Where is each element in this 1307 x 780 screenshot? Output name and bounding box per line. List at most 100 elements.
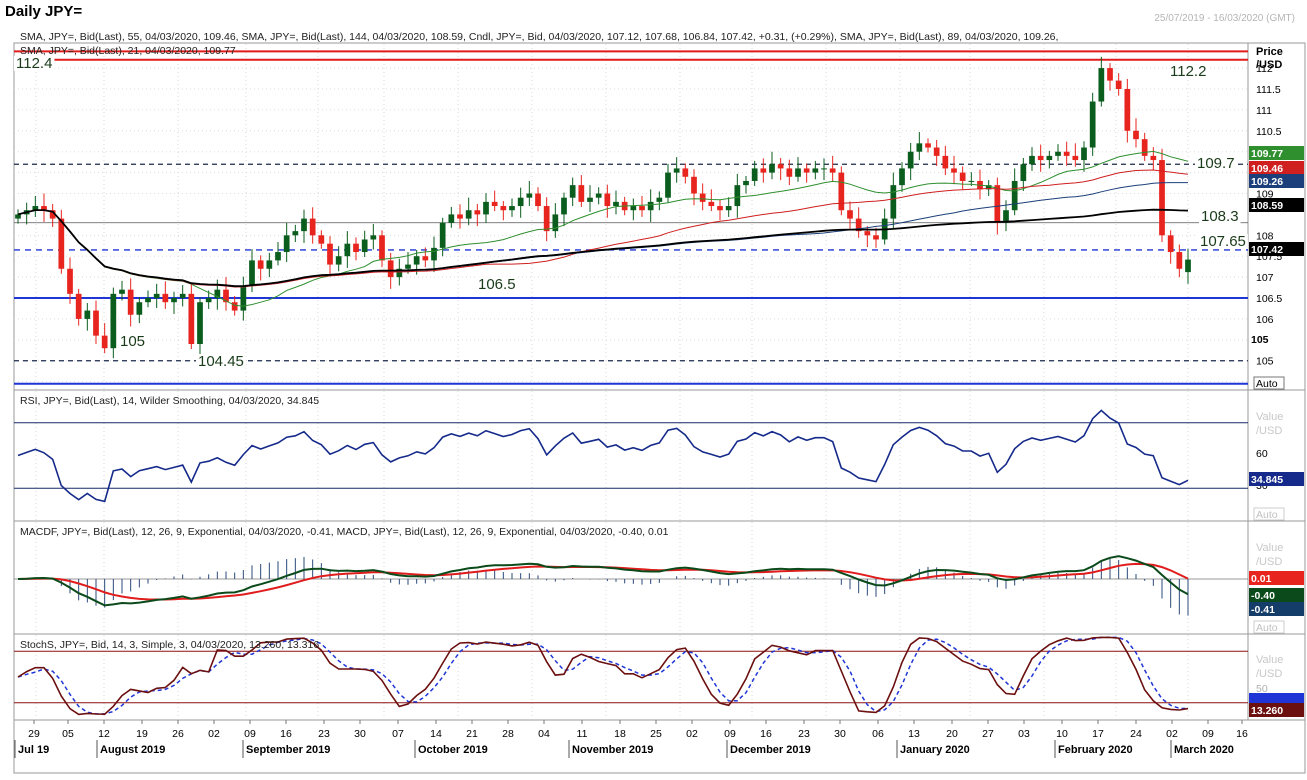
- x-day-label: 30: [354, 728, 366, 740]
- x-day-label: 12: [98, 728, 110, 740]
- candle-body: [595, 193, 602, 198]
- candle-body: [318, 235, 325, 244]
- candle-body: [812, 168, 819, 173]
- candle-body: [838, 172, 845, 211]
- auto-button-price-label[interactable]: Auto: [1256, 378, 1278, 390]
- candle-body: [1037, 155, 1044, 161]
- candle-body: [647, 201, 654, 211]
- x-day-label: 05: [62, 728, 74, 740]
- candle-body: [1011, 180, 1018, 211]
- candle-body: [968, 180, 975, 182]
- candle-body: [509, 206, 515, 211]
- candle-body: [1185, 259, 1191, 273]
- label-106-5: 106.5: [478, 276, 516, 293]
- rsi-axis-unit: /USD: [1256, 425, 1282, 437]
- price-tick: 108: [1256, 230, 1274, 242]
- candle-body: [925, 143, 931, 148]
- x-day-label: 16: [1236, 728, 1248, 740]
- candle-body: [1029, 155, 1035, 165]
- candle-body: [959, 172, 966, 181]
- x-day-label: 23: [798, 728, 810, 740]
- candle-body: [231, 302, 238, 311]
- badge-rsi-text: 34.845: [1251, 474, 1283, 486]
- x-day-label: 29: [28, 728, 40, 740]
- candle-body: [171, 298, 177, 303]
- auto-button-rsi-label[interactable]: Auto: [1256, 509, 1278, 521]
- candle-body: [1115, 80, 1122, 89]
- x-day-label: 30: [834, 728, 846, 740]
- price-legend-1: SMA, JPY=, Bid(Last), 55, 04/03/2020, 10…: [20, 31, 1058, 43]
- candle-body: [413, 256, 420, 265]
- x-month-label: October 2019: [418, 744, 488, 756]
- candle-body: [890, 185, 897, 219]
- candle-body: [1020, 164, 1027, 181]
- candle-body: [994, 185, 1001, 223]
- candle-body: [145, 298, 151, 303]
- price-tick: 105: [1256, 356, 1274, 368]
- candle-body: [197, 302, 203, 345]
- candle-body: [535, 193, 541, 207]
- candle-body: [916, 143, 923, 152]
- candle-body: [1098, 68, 1105, 102]
- candle-body: [1046, 155, 1053, 161]
- candle-body: [699, 193, 706, 202]
- x-day-label: 09: [724, 728, 736, 740]
- candle-body: [1063, 151, 1070, 156]
- candle-body: [1167, 235, 1174, 253]
- x-day-label: 16: [760, 728, 772, 740]
- candle-body: [422, 256, 429, 261]
- label-112-4: 112.4: [16, 55, 52, 72]
- x-day-label: 23: [318, 728, 330, 740]
- macd-axis-unit: /USD: [1256, 556, 1282, 568]
- price-axis-head: Price: [1256, 46, 1283, 58]
- stoch-legend: StochS, JPY=, Bid, 14, 3, Simple, 3, 04/…: [20, 639, 319, 651]
- auto-button-macd-label[interactable]: Auto: [1256, 622, 1278, 634]
- candle-body: [907, 151, 914, 169]
- candle-body: [474, 210, 481, 215]
- x-day-label: 10: [1056, 728, 1068, 740]
- x-day-label: 20: [946, 728, 958, 740]
- candle-body: [1150, 155, 1157, 161]
- candle-body: [725, 206, 732, 211]
- macd-line: [17, 555, 1189, 607]
- candle-body: [760, 168, 767, 173]
- x-month-label: March 2020: [1174, 744, 1234, 756]
- candle-body: [188, 293, 195, 345]
- sma144-line: [17, 208, 1189, 288]
- price-tick: 111: [1256, 105, 1272, 117]
- x-day-label: 13: [908, 728, 920, 740]
- x-day-label: 09: [1202, 728, 1214, 740]
- candle-body: [136, 302, 143, 315]
- chart-window: Daily JPY= 25/07/2019 - 16/03/2020 (GMT)…: [0, 0, 1307, 775]
- candle-body: [864, 231, 871, 236]
- x-day-label: 17: [1092, 728, 1104, 740]
- x-day-label: 24: [1130, 728, 1142, 740]
- candle-body: [951, 168, 957, 173]
- label-107-65: 107.65: [1200, 233, 1246, 250]
- candle-body: [803, 168, 810, 173]
- candle-body: [769, 164, 775, 173]
- x-day-label: 19: [136, 728, 148, 740]
- badge-last-text: 107.42: [1251, 244, 1283, 256]
- macd-axis-head: Value: [1256, 542, 1283, 554]
- candle-body: [457, 214, 463, 219]
- candle-body: [829, 168, 836, 173]
- x-day-label: 16: [280, 728, 292, 740]
- candle-body: [344, 243, 351, 257]
- x-day-label: 28: [502, 728, 514, 740]
- candle-body: [93, 310, 99, 336]
- candle-body: [491, 201, 498, 207]
- badge-sma55-text: 109.46: [1251, 163, 1283, 175]
- candle-body: [292, 231, 299, 236]
- badge-stoch-text: 13.260: [1251, 705, 1283, 717]
- label-112-2: 112.2: [1170, 63, 1206, 80]
- candle-body: [717, 206, 723, 211]
- candle-body: [847, 210, 853, 219]
- candle-body: [682, 168, 689, 177]
- candle-body: [431, 247, 437, 261]
- candle-body: [587, 197, 593, 202]
- candle-body: [75, 293, 82, 319]
- chart-canvas[interactable]: 112.4 112.2 109.7 108.3 107.65 106.5 105 104.45…: [0, 0, 1307, 775]
- candle-body: [483, 201, 489, 215]
- candle-body: [821, 168, 827, 170]
